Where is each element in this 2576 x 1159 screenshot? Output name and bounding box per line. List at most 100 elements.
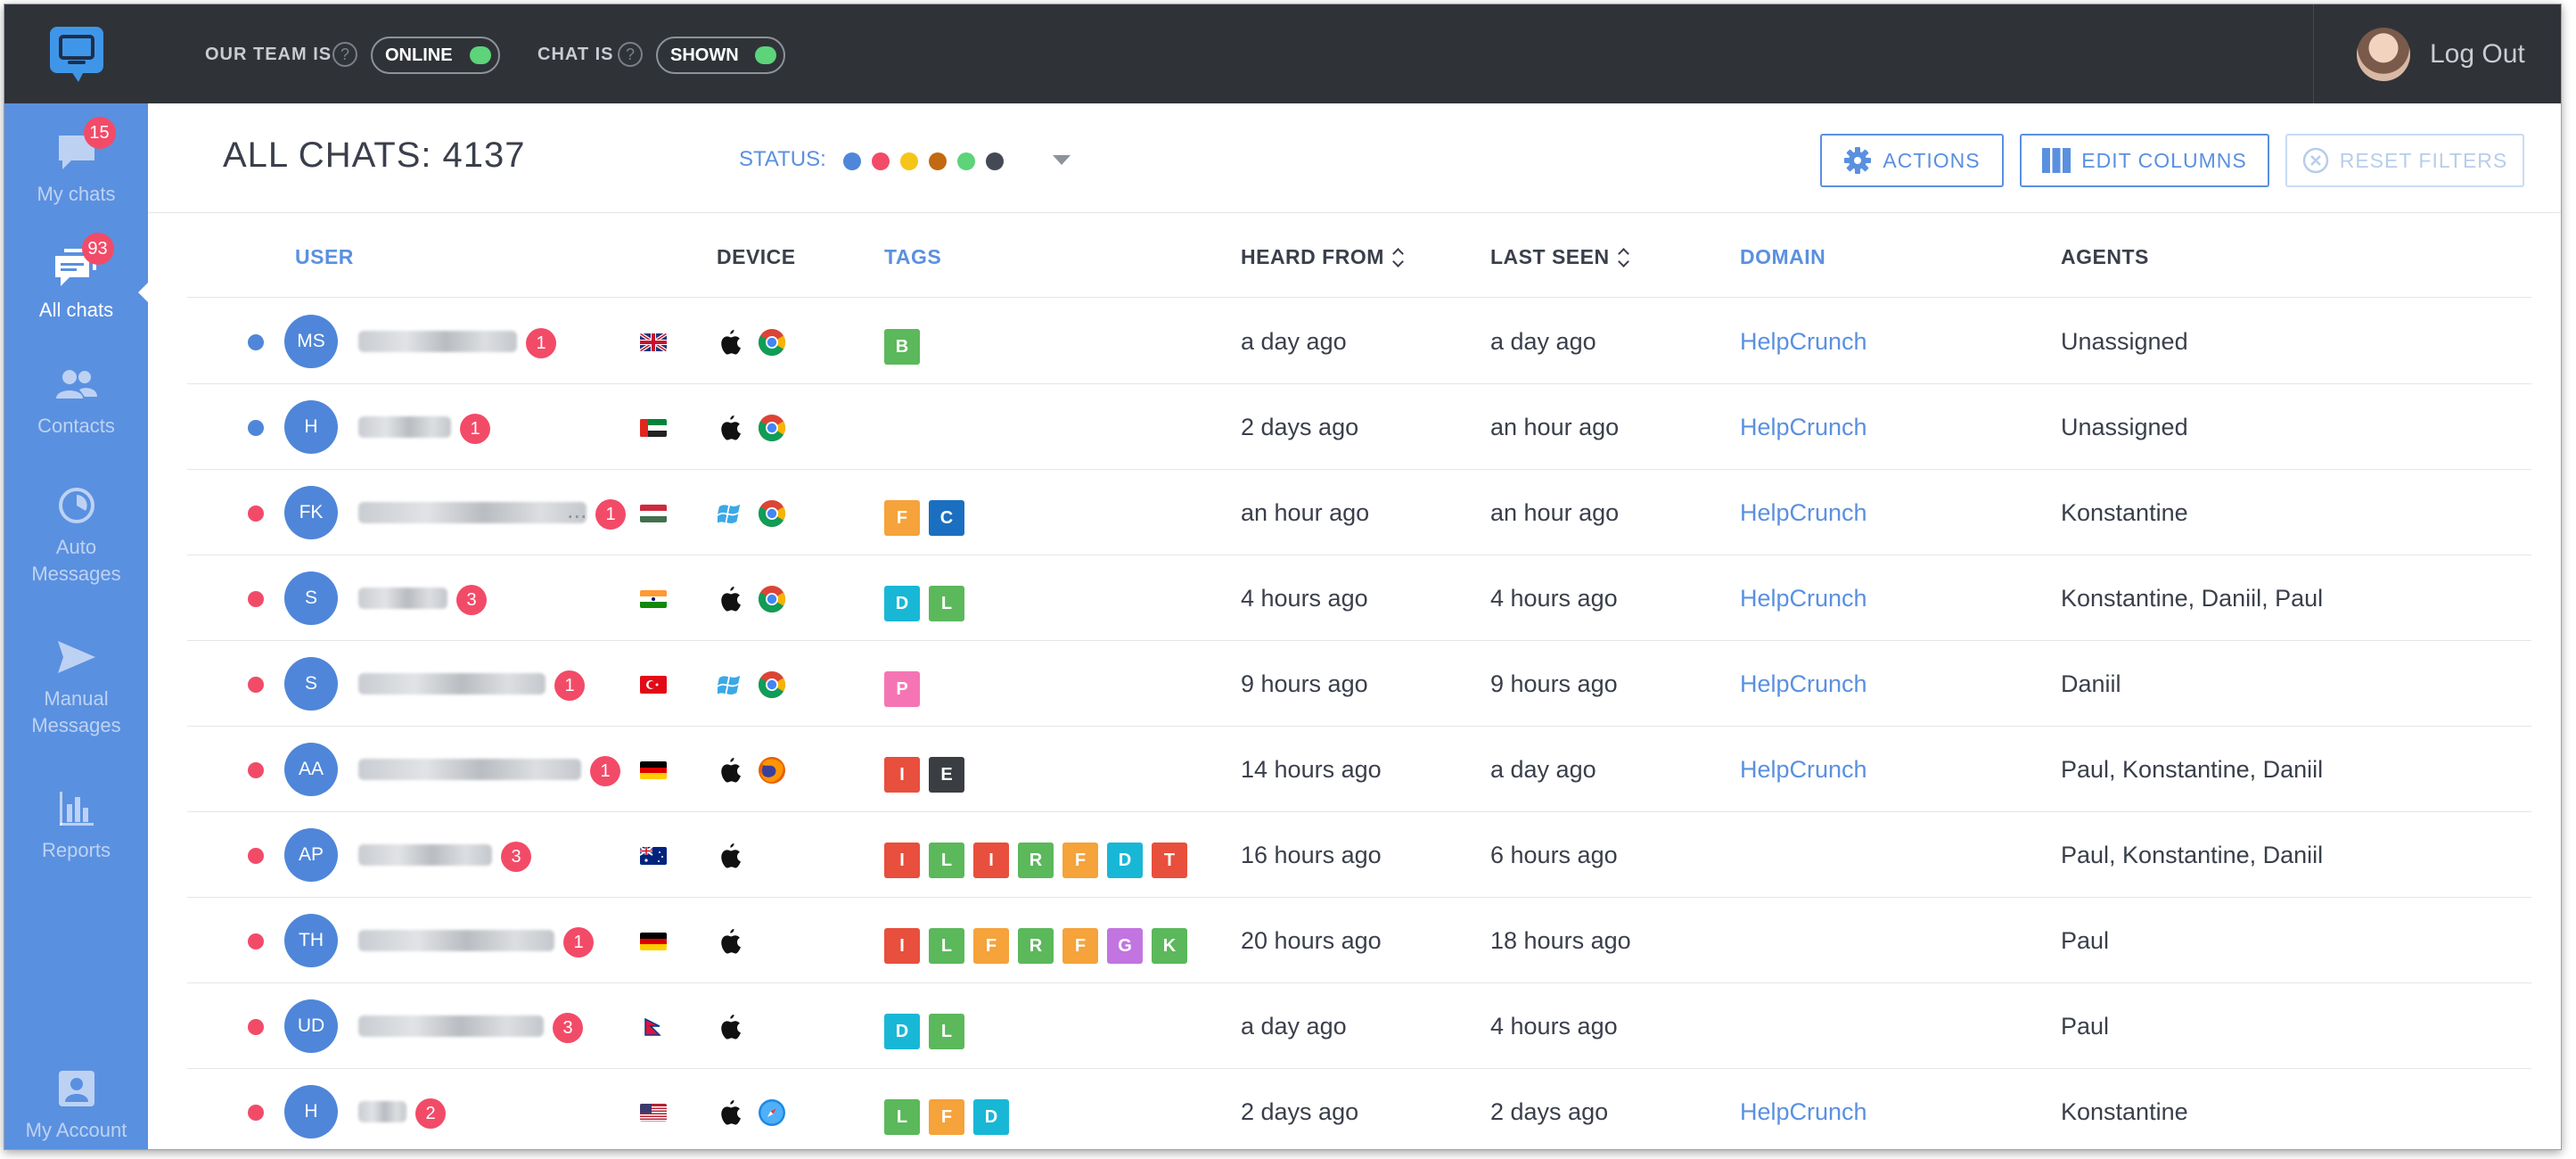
- table-row[interactable]: UD 3 DL a day ago 4 hours ago Paul: [187, 983, 2531, 1069]
- status-filter-dot[interactable]: [929, 152, 947, 170]
- tag-badge[interactable]: E: [929, 757, 964, 793]
- avatar[interactable]: H: [284, 1085, 338, 1138]
- tag-badge[interactable]: K: [1152, 928, 1187, 964]
- status-filter-dot[interactable]: [986, 152, 1004, 170]
- user-name-redacted[interactable]: [358, 759, 581, 780]
- avatar[interactable]: UD: [284, 999, 338, 1053]
- tag-badge[interactable]: F: [1062, 843, 1098, 878]
- sidebar-item-my-account[interactable]: My Account: [4, 1064, 148, 1144]
- logo[interactable]: [4, 4, 148, 103]
- tag-badge[interactable]: B: [884, 329, 920, 365]
- tag-badge[interactable]: F: [973, 928, 1009, 964]
- sort-icon[interactable]: [1617, 248, 1629, 267]
- tag-badge[interactable]: F: [1062, 928, 1098, 964]
- domain-link[interactable]: HelpCrunch: [1740, 670, 1867, 698]
- status-filter-dot[interactable]: [843, 152, 861, 170]
- table-row[interactable]: H 1 2 days ago an hour ago HelpCrunch Un…: [187, 384, 2531, 470]
- status-filter-label[interactable]: STATUS:: [739, 147, 826, 172]
- user-name-redacted[interactable]: [358, 502, 587, 523]
- tag-badge[interactable]: C: [929, 500, 964, 536]
- tag-badge[interactable]: L: [929, 586, 964, 621]
- tag-badge[interactable]: I: [973, 843, 1009, 878]
- tag-badge[interactable]: L: [929, 1014, 964, 1049]
- tag-badge[interactable]: F: [929, 1099, 964, 1135]
- avatar[interactable]: S: [284, 657, 338, 711]
- sidebar-item-all-chats[interactable]: 93 All chats: [4, 233, 148, 324]
- tag-badge[interactable]: I: [884, 843, 920, 878]
- domain-link[interactable]: HelpCrunch: [1740, 585, 1867, 612]
- table-row[interactable]: TH 1 ILFRFGK 20 hours ago 18 hours ago P…: [187, 898, 2531, 983]
- team-online-toggle[interactable]: ONLINE: [371, 37, 500, 74]
- table-row[interactable]: S 1 P 9 hours ago 9 hours ago HelpCrunch…: [187, 641, 2531, 727]
- last-seen-cell: an hour ago: [1490, 499, 1620, 526]
- actions-button[interactable]: ACTIONS: [1820, 134, 2004, 187]
- chat-help-icon[interactable]: ?: [618, 42, 643, 67]
- chevron-down-icon[interactable]: [1053, 155, 1071, 165]
- avatar[interactable]: TH: [284, 914, 338, 967]
- tag-badge[interactable]: F: [884, 500, 920, 536]
- tag-badge[interactable]: L: [884, 1099, 920, 1135]
- sort-icon[interactable]: [1391, 248, 1404, 267]
- sidebar-item-manual-messages[interactable]: Manual Messages: [4, 632, 148, 739]
- domain-link[interactable]: HelpCrunch: [1740, 499, 1867, 527]
- avatar[interactable]: S: [284, 571, 338, 625]
- avatar[interactable]: AA: [284, 743, 338, 796]
- chat-shown-toggle[interactable]: SHOWN: [656, 37, 785, 74]
- tag-badge[interactable]: D: [884, 1014, 920, 1049]
- user-name-redacted[interactable]: [358, 331, 517, 352]
- unread-badge: 1: [554, 670, 585, 701]
- team-help-icon[interactable]: ?: [332, 42, 357, 67]
- user-name-redacted[interactable]: [358, 1101, 406, 1122]
- sidebar-item-reports[interactable]: Reports: [4, 784, 148, 864]
- tag-badge[interactable]: P: [884, 671, 920, 707]
- avatar[interactable]: MS: [284, 315, 338, 368]
- table-row[interactable]: FK ... 1 FC an hour ago an hour ago Help…: [187, 470, 2531, 555]
- table-row[interactable]: AP 3 ILIRFDT 16 hours ago 6 hours ago Pa…: [187, 812, 2531, 898]
- avatar[interactable]: FK: [284, 486, 338, 539]
- edit-columns-button[interactable]: EDIT COLUMNS: [2020, 134, 2269, 187]
- tag-badge[interactable]: L: [929, 843, 964, 878]
- column-domain[interactable]: DOMAIN: [1740, 245, 1825, 269]
- user-name-redacted[interactable]: [358, 416, 451, 438]
- column-heard-from[interactable]: HEARD FROM: [1241, 245, 1404, 269]
- column-device[interactable]: DEVICE: [717, 245, 796, 269]
- sidebar-item-auto-messages[interactable]: Auto Messages: [4, 481, 148, 588]
- user-name-redacted[interactable]: [358, 588, 447, 609]
- user-name-redacted[interactable]: [358, 1015, 544, 1037]
- tag-badge[interactable]: R: [1018, 843, 1054, 878]
- table-row[interactable]: AA 1 IE 14 hours ago a day ago HelpCrunc…: [187, 727, 2531, 812]
- tag-badge[interactable]: L: [929, 928, 964, 964]
- table-row[interactable]: MS 1 B a day ago a day ago HelpCrunch Un…: [187, 299, 2531, 384]
- tag-badge[interactable]: D: [884, 586, 920, 621]
- reset-filters-button[interactable]: RESET FILTERS: [2285, 134, 2524, 187]
- sidebar-item-my-chats[interactable]: 15 My chats: [4, 117, 148, 208]
- status-filter-dots[interactable]: [843, 152, 1004, 170]
- status-filter-dot[interactable]: [900, 152, 918, 170]
- column-agents[interactable]: AGENTS: [2061, 245, 2149, 269]
- tag-badge[interactable]: R: [1018, 928, 1054, 964]
- tag-badge[interactable]: G: [1107, 928, 1143, 964]
- sidebar-item-contacts[interactable]: Contacts: [4, 359, 148, 440]
- tag-badge[interactable]: D: [973, 1099, 1009, 1135]
- domain-link[interactable]: HelpCrunch: [1740, 1098, 1867, 1126]
- status-filter-dot[interactable]: [872, 152, 890, 170]
- column-user[interactable]: USER: [295, 245, 354, 269]
- avatar[interactable]: H: [284, 400, 338, 454]
- domain-link[interactable]: HelpCrunch: [1740, 756, 1867, 784]
- tag-badge[interactable]: I: [884, 757, 920, 793]
- tag-badge[interactable]: T: [1152, 843, 1187, 878]
- user-name-redacted[interactable]: [358, 930, 554, 951]
- avatar[interactable]: AP: [284, 828, 338, 882]
- user-name-redacted[interactable]: [358, 673, 546, 695]
- domain-link[interactable]: HelpCrunch: [1740, 414, 1867, 441]
- status-filter-dot[interactable]: [957, 152, 975, 170]
- tag-badge[interactable]: D: [1107, 843, 1143, 878]
- table-row[interactable]: H 2 LFD 2 days ago 2 days ago HelpCrunch…: [187, 1069, 2531, 1149]
- user-name-redacted[interactable]: [358, 844, 492, 866]
- table-row[interactable]: S 3 DL 4 hours ago 4 hours ago HelpCrunc…: [187, 555, 2531, 641]
- column-last-seen[interactable]: LAST SEEN: [1490, 245, 1629, 269]
- column-tags[interactable]: TAGS: [884, 245, 941, 269]
- logout-button[interactable]: Log Out: [2313, 4, 2561, 103]
- tag-badge[interactable]: I: [884, 928, 920, 964]
- domain-link[interactable]: HelpCrunch: [1740, 328, 1867, 356]
